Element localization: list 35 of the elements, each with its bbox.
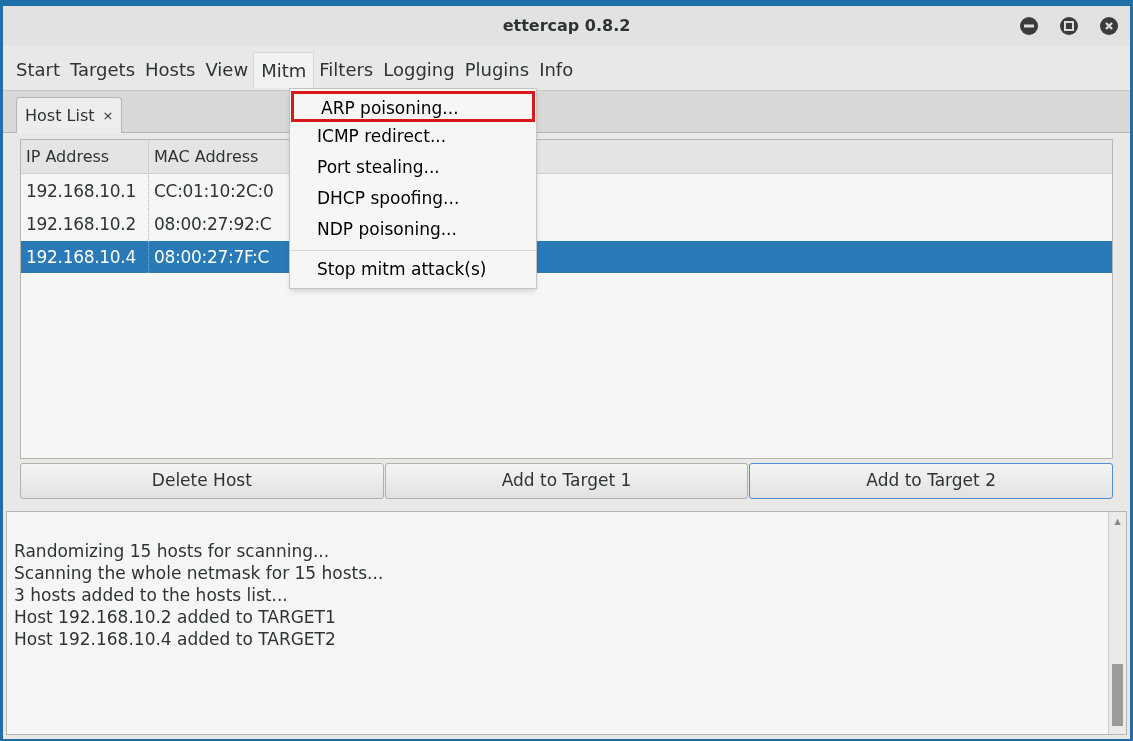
log-line: Scanning the whole netmask for 15 hosts... (14, 562, 385, 584)
menu-item[interactable]: Info (534, 52, 579, 88)
table-cell-text: 08:00:27:7F:C (153, 246, 271, 269)
log-line: 3 hosts added to the hosts list... (14, 584, 289, 606)
menu-item[interactable]: Mitm (253, 52, 315, 88)
menu-item[interactable]: ARP poisoning... (291, 91, 535, 122)
menu-item[interactable]: Targets (65, 52, 141, 88)
table-cell-text: CC:01:10:2C:0 (153, 180, 275, 203)
tab-close-icon[interactable]: × (102, 105, 114, 126)
column-header[interactable]: IP Address (21, 140, 149, 173)
table-cell-text: 08:00:27:92:C (153, 213, 273, 236)
action-button[interactable]: Add to Target 2 (749, 463, 1113, 499)
menu-item[interactable]: Start (11, 52, 65, 88)
menu-item[interactable]: Stop mitm attack(s) (290, 255, 536, 286)
menu-item[interactable]: View (200, 52, 254, 88)
tab[interactable]: Host List × (16, 97, 123, 133)
menu-item[interactable]: Hosts (140, 52, 201, 88)
menu-item[interactable]: Filters (314, 52, 379, 88)
menu-item[interactable]: NDP poisoning... (290, 215, 536, 246)
scrollbar-thumb[interactable] (1112, 664, 1123, 726)
close-icon[interactable] (1100, 17, 1118, 35)
window-title: ettercap 0.8.2 (502, 15, 631, 37)
action-button[interactable]: Add to Target 1 (384, 463, 749, 499)
table-cell: 192.168.10.2 (21, 208, 149, 240)
log-line: Randomizing 15 hosts for scanning... (14, 540, 331, 562)
maximize-icon[interactable] (1060, 17, 1078, 35)
table-cell: 192.168.10.1 (21, 175, 149, 207)
menu-item[interactable]: DHCP spoofing... (290, 184, 536, 215)
log-line: Host 192.168.10.4 added to TARGET2 (14, 628, 337, 650)
menu-item[interactable]: Plugins (459, 52, 535, 88)
menu-item[interactable]: Logging (378, 52, 460, 88)
minimize-icon[interactable] (1020, 17, 1038, 35)
table-cell: 192.168.10.4 (21, 241, 149, 273)
log-line: Host 192.168.10.2 added to TARGET1 (14, 606, 337, 628)
action-button[interactable]: Delete Host (20, 463, 384, 499)
